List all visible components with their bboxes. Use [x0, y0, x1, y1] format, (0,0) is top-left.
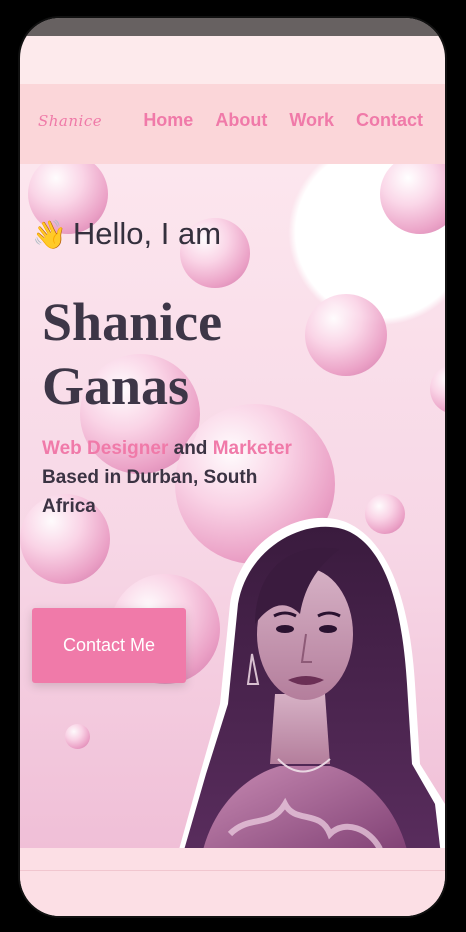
nav-links: Home About Work Contact	[143, 110, 423, 131]
waving-hand-icon: 👋	[32, 218, 67, 250]
tagline-role-2: Marketer	[212, 438, 292, 459]
divider	[20, 870, 445, 871]
nav-item-home[interactable]: Home	[143, 110, 193, 131]
bubble-decoration	[380, 164, 445, 234]
name-last: Ganas	[42, 356, 190, 416]
bubble-decoration	[305, 294, 387, 376]
nav-item-about[interactable]: About	[215, 110, 267, 131]
greeting: 👋 Hello, I am	[32, 216, 221, 252]
nav-item-contact[interactable]: Contact	[356, 110, 423, 131]
bubble-decoration	[430, 364, 445, 414]
nav-item-work[interactable]: Work	[289, 110, 334, 131]
tagline-role-1: Web Designer	[42, 438, 169, 459]
phone-frame: Shanice Home About Work Contact 👋 Hello,…	[20, 18, 445, 916]
greeting-text: Hello, I am	[72, 216, 222, 251]
tagline-connector: and	[168, 438, 213, 459]
navbar: Shanice Home About Work Contact	[20, 84, 445, 164]
portrait-image	[179, 517, 445, 848]
name-first: Shanice	[42, 292, 223, 352]
logo[interactable]: Shanice	[38, 112, 102, 130]
footer-strip	[20, 848, 445, 916]
hero-section: 👋 Hello, I am Shanice Ganas Web Designer…	[20, 164, 445, 848]
phone-top-bar	[20, 18, 445, 36]
page-title: Shanice Ganas	[42, 290, 222, 418]
